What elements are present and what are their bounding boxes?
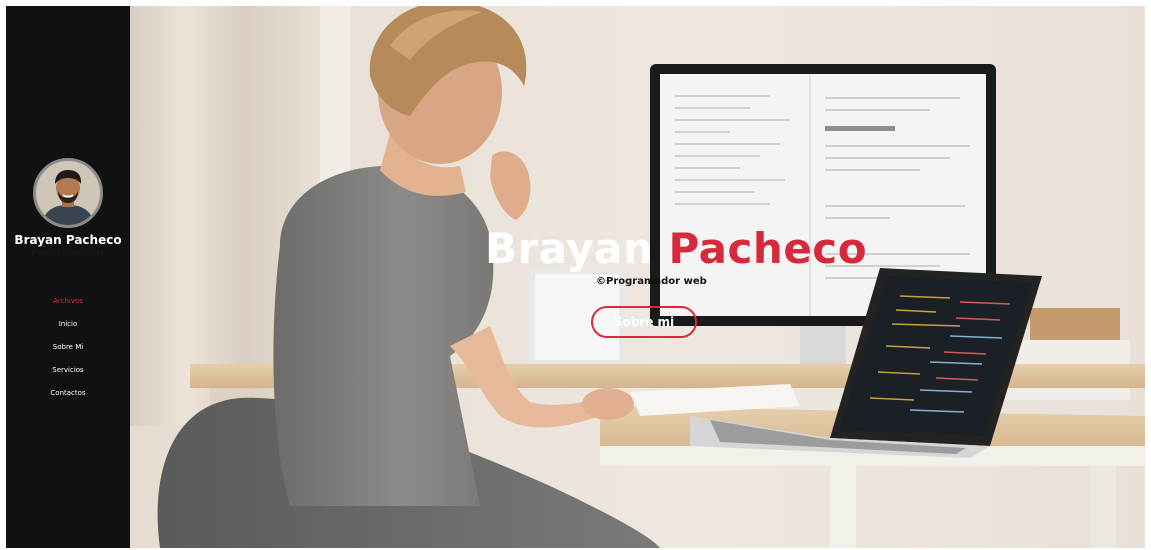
avatar-photo [36,161,100,225]
hero-subtitle: ©Programador web [596,276,707,287]
nav-item-contactos[interactable]: Contactos [6,382,130,405]
sidebar-nav: Archivos Inicio Sobre Mi Servicios Conta… [6,290,130,405]
profile-role: Programador [30,248,106,259]
nav-item-sobre-mi[interactable]: Sobre Mi [6,336,130,359]
hero-section: Brayan Pacheco ©Programador web Sobre mi [130,6,1145,548]
hero-title-first: Brayan [485,224,654,273]
nav-item-inicio[interactable]: Inicio [6,313,130,336]
hero-title: Brayan Pacheco [485,224,867,273]
avatar [33,158,103,228]
profile-name: Brayan Pacheco [14,233,122,247]
nav-item-archivos[interactable]: Archivos [6,290,130,313]
about-me-button[interactable]: Sobre mi [591,306,697,338]
page-frame: Brayan Pacheco Programador Archivos Inic… [6,6,1145,548]
nav-item-servicios[interactable]: Servicios [6,359,130,382]
hero-title-last: Pacheco [668,224,868,273]
sidebar: Brayan Pacheco Programador Archivos Inic… [6,6,130,548]
